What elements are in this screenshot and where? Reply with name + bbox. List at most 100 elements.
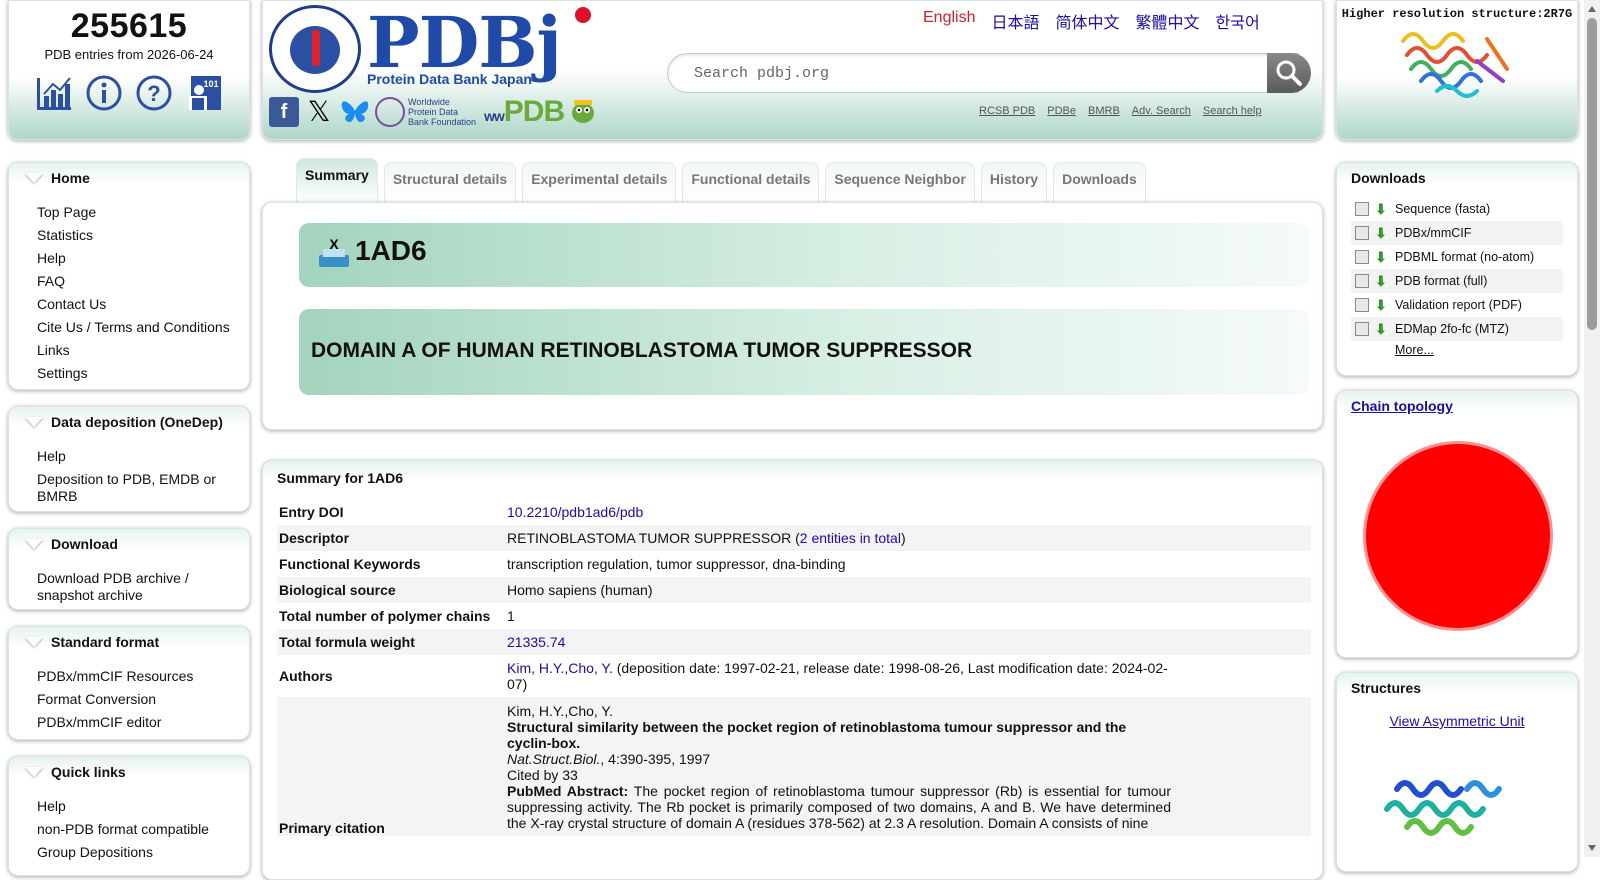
sidebar-quick-links-header[interactable]: Quick links (9, 757, 249, 791)
sidebar-item-mmcif-resources[interactable]: PDBx/mmCIF Resources (37, 665, 239, 688)
lang-traditional-chinese[interactable]: 繁體中文 (1136, 9, 1200, 33)
download-arrow-icon[interactable]: ⬇ (1375, 274, 1389, 288)
osaka-university-seal-icon[interactable] (269, 5, 361, 93)
sidebar-item-format-conversion[interactable]: Format Conversion (37, 688, 239, 711)
tab-downloads[interactable]: Downloads (1053, 162, 1146, 202)
help-question-icon[interactable]: ? (135, 74, 173, 112)
download-arrow-icon[interactable]: ⬇ (1375, 322, 1389, 336)
sidebar-deposition-title: Data deposition (OneDep) (51, 414, 223, 430)
download-label-validation[interactable]: Validation report (PDF) (1395, 298, 1522, 312)
tutorial-101-icon[interactable]: 101 (185, 74, 223, 112)
statistics-chart-icon[interactable] (35, 74, 73, 112)
lang-japanese[interactable]: 日本語 (991, 9, 1039, 33)
link-rcsb-pdb[interactable]: RCSB PDB (979, 105, 1035, 117)
preview-doc-icon[interactable] (1355, 298, 1369, 312)
citation-journal: Nat.Struct.Biol. (507, 751, 601, 767)
scroll-down-arrow-icon[interactable] (1588, 845, 1596, 851)
tab-structural-details[interactable]: Structural details (383, 162, 517, 202)
search-input[interactable]: Search pdbj.org (667, 53, 1299, 93)
chain-topology-link[interactable]: Chain topology (1351, 398, 1453, 414)
higher-resolution-panel: Higher resolution structure:2R7G (1336, 0, 1578, 140)
scroll-up-arrow-icon[interactable] (1588, 6, 1596, 12)
wwpdb-logo[interactable]: wwPDB (484, 95, 565, 129)
tab-functional-details[interactable]: Functional details (682, 162, 820, 202)
sidebar-item-deposition-help[interactable]: Help (37, 445, 239, 468)
tab-summary[interactable]: Summary (296, 158, 378, 202)
sidebar-item-mmcif-editor[interactable]: PDBx/mmCIF editor (37, 711, 239, 734)
sidebar-item-contact[interactable]: Contact Us (37, 293, 239, 316)
view-asymmetric-unit-link[interactable]: View Asymmetric Unit (1337, 713, 1577, 729)
sidebar-item-quick-help[interactable]: Help (37, 795, 239, 818)
info-icon[interactable] (85, 74, 123, 112)
link-bmrb[interactable]: BMRB (1088, 105, 1120, 117)
downloads-title: Downloads (1337, 163, 1577, 197)
scrollbar-thumb[interactable] (1587, 18, 1597, 330)
tab-experimental-details[interactable]: Experimental details (522, 162, 677, 202)
preview-doc-icon[interactable] (1355, 226, 1369, 240)
formula-weight-link[interactable]: 21335.74 (507, 634, 565, 650)
sidebar-home-header[interactable]: Home (9, 163, 249, 197)
preview-doc-icon[interactable] (1355, 322, 1369, 336)
protein-structure-thumbnail[interactable] (1337, 21, 1579, 101)
sidebar-item-deposition-pdb[interactable]: Deposition to PDB, EMDB or BMRB (37, 468, 239, 508)
download-item[interactable]: ⬇ EDMap 2fo-fc (MTZ) (1351, 317, 1563, 341)
download-arrow-icon[interactable]: ⬇ (1375, 298, 1389, 312)
page-scrollbar[interactable] (1584, 0, 1600, 857)
preview-doc-icon[interactable] (1355, 202, 1369, 216)
download-label-edmap[interactable]: EDMap 2fo-fc (MTZ) (1395, 322, 1509, 336)
tab-history[interactable]: History (980, 162, 1048, 202)
authors-link[interactable]: Kim, H.Y.,Cho, Y. (507, 660, 613, 676)
sidebar-item-non-pdb-format[interactable]: non-PDB format compatible (37, 818, 239, 841)
sidebar-item-help[interactable]: Help (37, 247, 239, 270)
sidebar-item-statistics[interactable]: Statistics (37, 224, 239, 247)
wpf-logo[interactable]: Worldwide Protein Data Bank Foundation (375, 97, 480, 127)
bluesky-icon[interactable] (339, 97, 371, 127)
sidebar-item-faq[interactable]: FAQ (37, 270, 239, 293)
x-twitter-icon[interactable]: 𝕏 (303, 96, 335, 128)
sidebar-deposition-header[interactable]: Data deposition (OneDep) (9, 407, 249, 441)
download-label-pdb-format[interactable]: PDB format (full) (1395, 274, 1487, 288)
link-adv-search[interactable]: Adv. Search (1132, 105, 1191, 117)
asymmetric-unit-structure-image[interactable] (1337, 749, 1579, 859)
tab-sequence-neighbor[interactable]: Sequence Neighbor (825, 162, 975, 202)
sidebar-item-group-depositions[interactable]: Group Depositions (37, 841, 239, 864)
svg-text:101: 101 (203, 79, 218, 89)
lang-english[interactable]: English (923, 9, 975, 33)
downloads-more-link[interactable]: More... (1337, 343, 1577, 357)
sidebar-item-settings[interactable]: Settings (37, 362, 239, 385)
search-button[interactable] (1267, 53, 1311, 93)
download-item[interactable]: ⬇ Validation report (PDF) (1351, 293, 1563, 317)
download-arrow-icon[interactable]: ⬇ (1375, 226, 1389, 240)
citation-authors: Kim, H.Y.,Cho, Y. (507, 703, 613, 719)
facebook-icon[interactable]: f (269, 97, 299, 127)
table-row: Entry DOI 10.2210/pdb1ad6/pdb (277, 499, 1311, 525)
sidebar-download-header[interactable]: Download (9, 529, 249, 563)
download-item[interactable]: ⬇ PDB format (full) (1351, 269, 1563, 293)
entities-link[interactable]: 2 entities in total (800, 530, 901, 546)
lang-korean[interactable]: 한국어 (1216, 9, 1260, 33)
sidebar-quick-links-box: Quick links Help non-PDB format compatib… (8, 756, 250, 876)
higher-resolution-caption[interactable]: Higher resolution structure:2R7G (1337, 7, 1577, 21)
download-arrow-icon[interactable]: ⬇ (1375, 250, 1389, 264)
sidebar-item-download-archive[interactable]: Download PDB archive / snapshot archive (37, 567, 239, 607)
preview-doc-icon[interactable] (1355, 250, 1369, 264)
sidebar-standard-format-header[interactable]: Standard format (9, 627, 249, 661)
link-pdbe[interactable]: PDBe (1047, 105, 1076, 117)
sidebar-item-top-page[interactable]: Top Page (37, 201, 239, 224)
download-label-fasta[interactable]: Sequence (fasta) (1395, 202, 1490, 216)
download-item[interactable]: ⬇ PDBML format (no-atom) (1351, 245, 1563, 269)
sidebar-item-links[interactable]: Links (37, 339, 239, 362)
pdbj-mascot-icon[interactable] (568, 96, 598, 129)
download-arrow-icon[interactable]: ⬇ (1375, 202, 1389, 216)
download-item[interactable]: ⬇ Sequence (fasta) (1351, 197, 1563, 221)
download-item[interactable]: ⬇ PDBx/mmCIF (1351, 221, 1563, 245)
row-label-doi: Entry DOI (279, 504, 344, 520)
entry-doi-link[interactable]: 10.2210/pdb1ad6/pdb (507, 504, 643, 520)
preview-doc-icon[interactable] (1355, 274, 1369, 288)
lang-simplified-chinese[interactable]: 简体中文 (1056, 9, 1120, 33)
link-search-help[interactable]: Search help (1203, 105, 1262, 117)
sidebar-item-cite-us[interactable]: Cite Us / Terms and Conditions (37, 316, 239, 339)
download-label-pdbml[interactable]: PDBML format (no-atom) (1395, 250, 1534, 264)
chain-topology-diagram[interactable] (1363, 441, 1553, 631)
download-label-mmcif[interactable]: PDBx/mmCIF (1395, 226, 1471, 240)
